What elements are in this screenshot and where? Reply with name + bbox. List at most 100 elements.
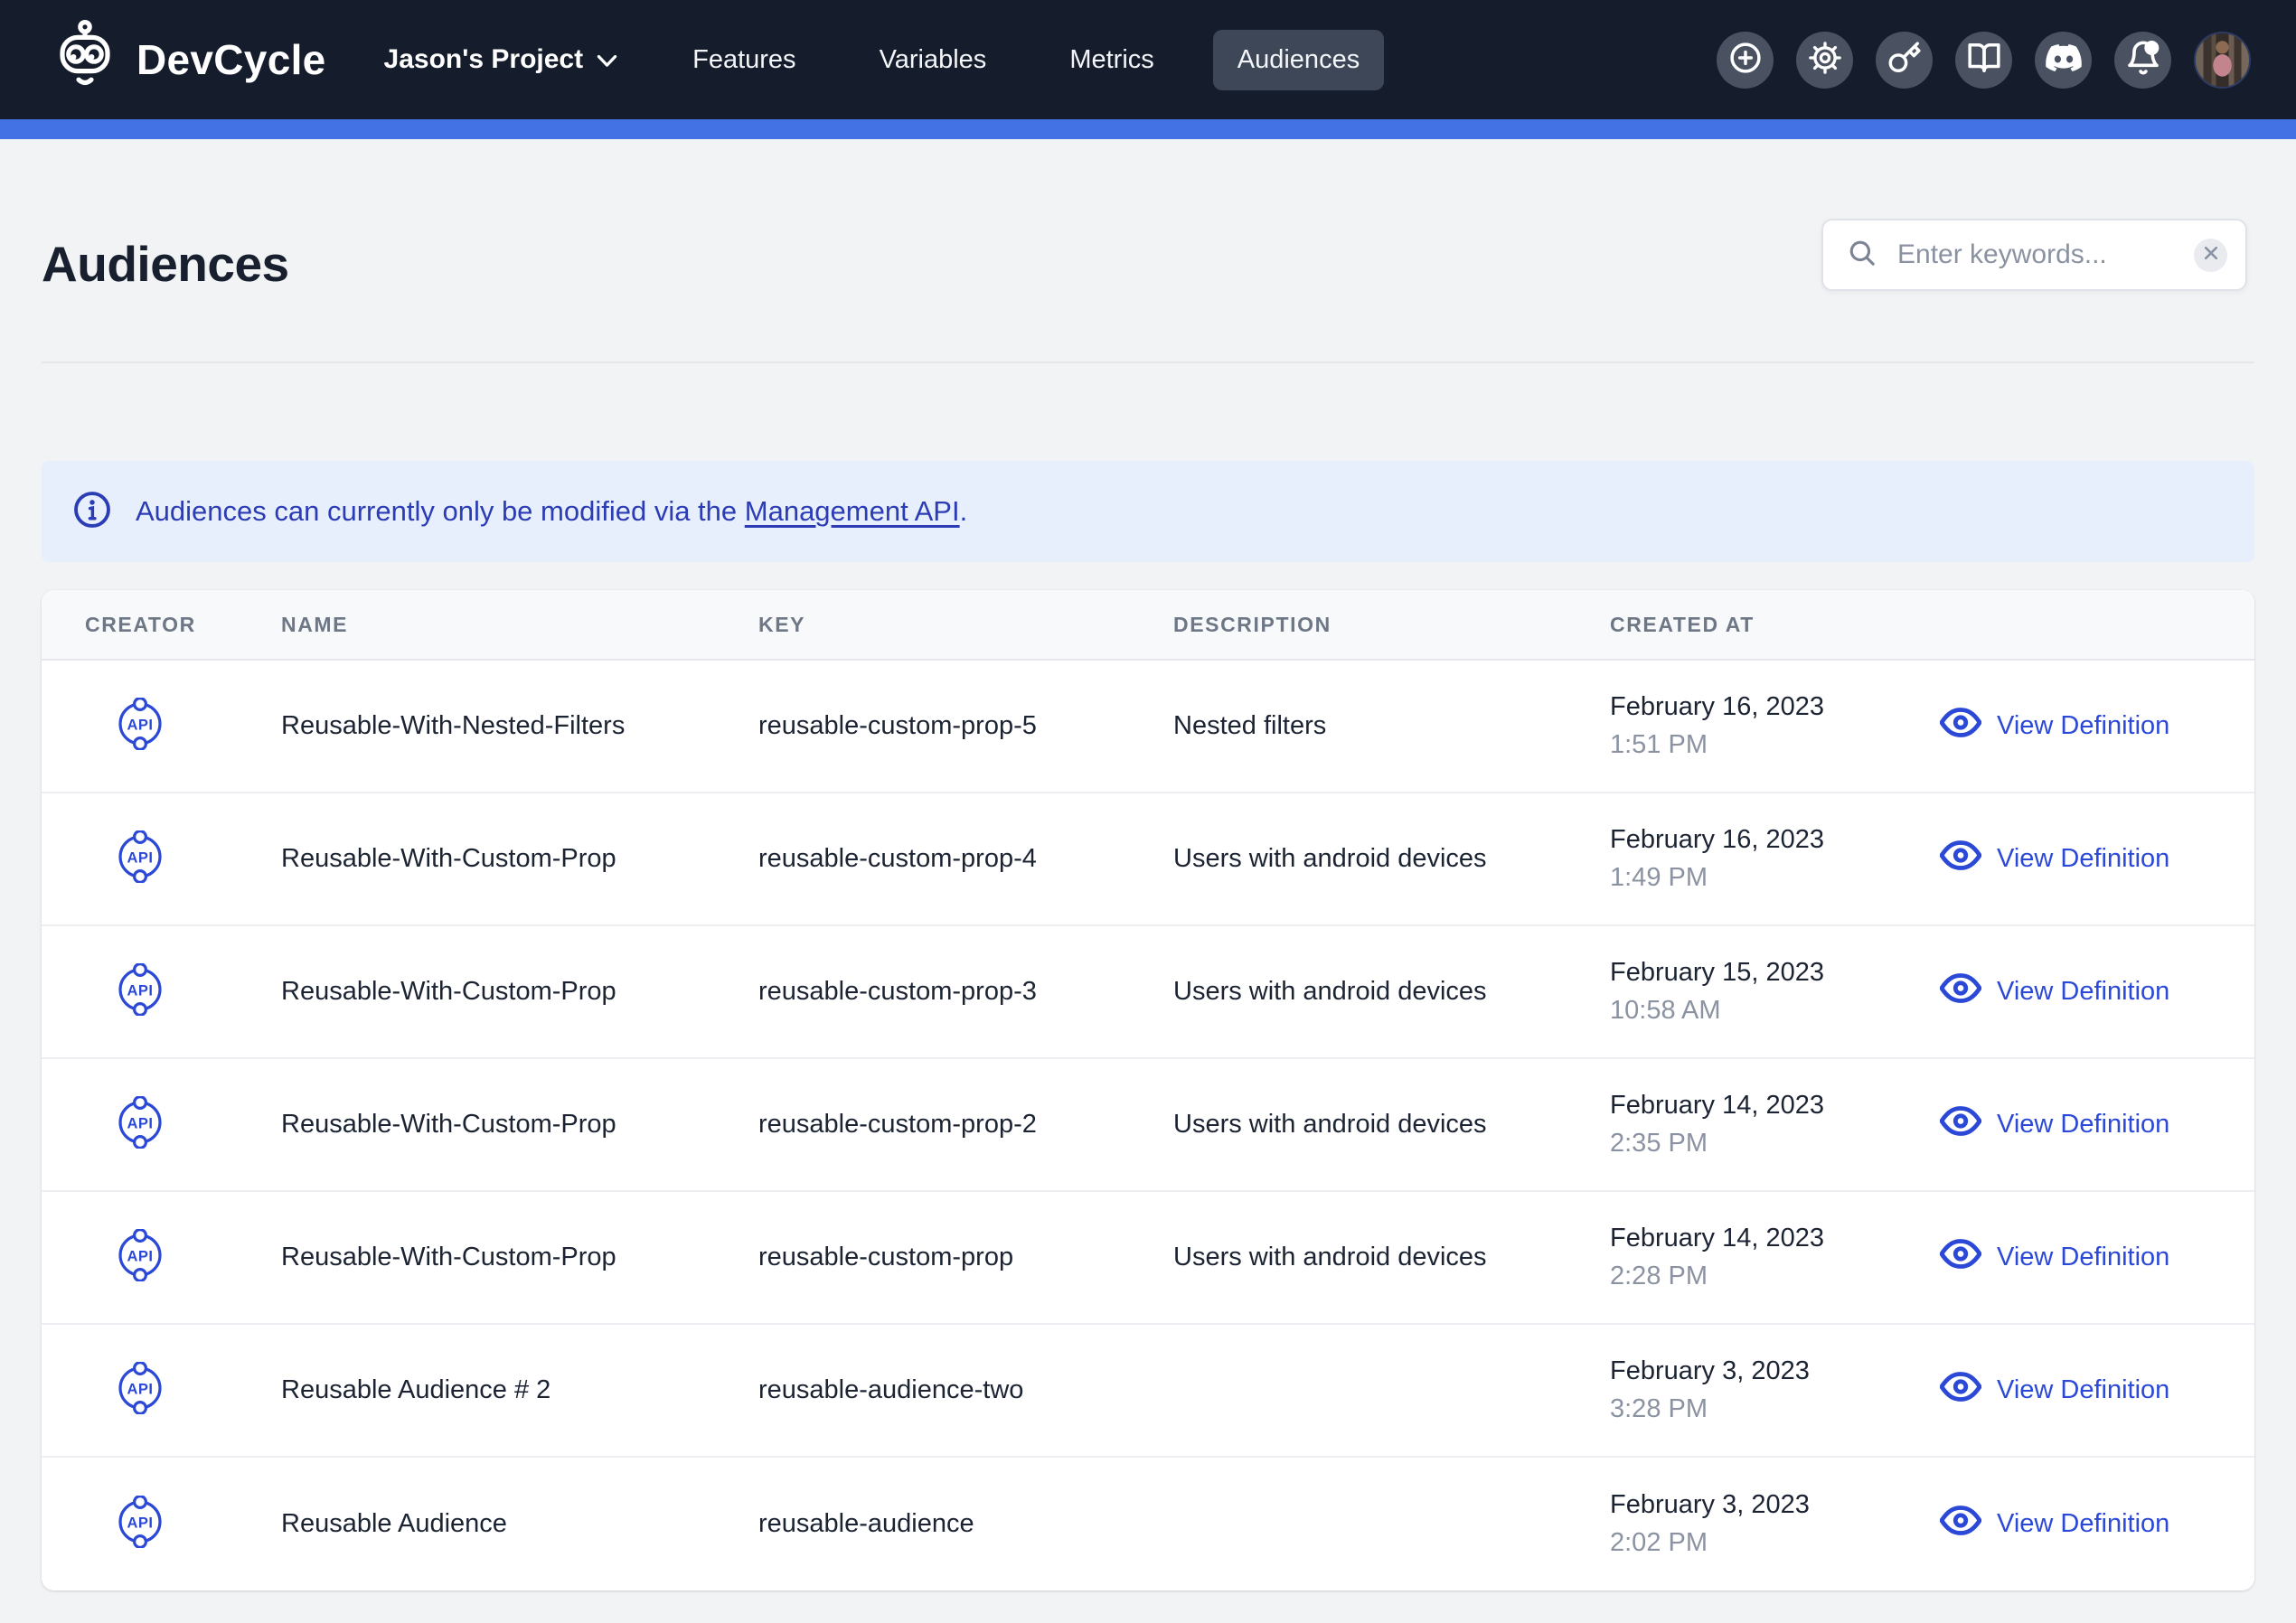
created-at-cell: February 14, 2023 2:28 PM [1610, 1224, 1940, 1291]
audience-key: reusable-custom-prop-2 [758, 1110, 1173, 1140]
docs-button[interactable] [1955, 32, 2012, 89]
table-row: API Reusable Audience reusable-audience … [42, 1458, 2254, 1590]
nav-link-metrics[interactable]: Metrics [1045, 30, 1178, 90]
search-clear-button[interactable] [2194, 239, 2227, 272]
created-date: February 3, 2023 [1610, 1490, 1940, 1520]
table-body: API Reusable-With-Nested-Filters reusabl… [42, 661, 2254, 1590]
audience-description: Users with android devices [1173, 977, 1610, 1007]
audiences-table: CREATOR NAME KEY DESCRIPTION CREATED AT … [42, 590, 2254, 1590]
view-definition-link[interactable]: View Definition [1940, 840, 2254, 877]
created-date: February 14, 2023 [1610, 1224, 1940, 1253]
top-navbar: DevCycle Jason's Project Features Variab… [0, 0, 2296, 119]
created-at-cell: February 16, 2023 1:51 PM [1610, 692, 1940, 760]
created-at-cell: February 14, 2023 2:35 PM [1610, 1091, 1940, 1159]
view-definition-label: View Definition [1997, 977, 2169, 1007]
view-definition-link[interactable]: View Definition [1940, 708, 2254, 745]
creator-cell: API [42, 1496, 281, 1553]
project-selector[interactable]: Jason's Project [384, 44, 618, 75]
audience-name: Reusable Audience # 2 [281, 1375, 758, 1405]
notification-dot [2144, 41, 2159, 55]
created-date: February 16, 2023 [1610, 825, 1940, 855]
audience-description: Nested filters [1173, 711, 1610, 741]
nav-link-features[interactable]: Features [668, 30, 820, 90]
creator-cell: API [42, 963, 281, 1020]
svg-text:API: API [127, 1515, 153, 1532]
audience-name: Reusable Audience [281, 1509, 758, 1539]
nav-link-audiences[interactable]: Audiences [1213, 30, 1384, 90]
devcycle-robot-logo-icon [49, 19, 121, 101]
audience-description: Users with android devices [1173, 1243, 1610, 1272]
created-time: 3:28 PM [1610, 1394, 1940, 1424]
view-definition-label: View Definition [1997, 1243, 2169, 1272]
project-selector-label: Jason's Project [384, 44, 584, 75]
api-creator-icon: API [114, 830, 166, 887]
column-header-key: KEY [758, 613, 1173, 637]
view-definition-link[interactable]: View Definition [1940, 1506, 2254, 1543]
audience-description: Users with android devices [1173, 1110, 1610, 1140]
view-definition-link[interactable]: View Definition [1940, 973, 2254, 1010]
audience-key: reusable-custom-prop-5 [758, 711, 1173, 741]
book-open-icon [1967, 41, 2001, 80]
main-nav: Features Variables Metrics Audiences [668, 30, 1418, 90]
eye-icon [1940, 1106, 1981, 1143]
table-row: API Reusable Audience # 2 reusable-audie… [42, 1325, 2254, 1458]
table-header-row: CREATOR NAME KEY DESCRIPTION CREATED AT [42, 590, 2254, 661]
banner-text: Audiences can currently only be modified… [136, 495, 967, 528]
app-screen: DevCycle Jason's Project Features Variab… [0, 0, 2296, 1623]
eye-icon [1940, 708, 1981, 745]
created-time: 1:49 PM [1610, 863, 1940, 893]
api-creator-icon: API [114, 1096, 166, 1153]
eye-icon [1940, 1372, 1981, 1409]
search-input[interactable] [1896, 239, 2194, 271]
accent-strip [0, 119, 2296, 139]
audience-name: Reusable-With-Nested-Filters [281, 711, 758, 741]
created-at-cell: February 15, 2023 10:58 AM [1610, 958, 1940, 1026]
user-avatar[interactable] [2194, 32, 2251, 89]
svg-text:API: API [127, 1249, 153, 1265]
management-api-link[interactable]: Management API [745, 495, 960, 527]
table-row: API Reusable-With-Nested-Filters reusabl… [42, 661, 2254, 793]
table-row: API Reusable-With-Custom-Prop reusable-c… [42, 1192, 2254, 1325]
view-definition-link[interactable]: View Definition [1940, 1372, 2254, 1409]
add-button[interactable] [1717, 32, 1774, 89]
page-title: Audiences [42, 235, 289, 293]
api-keys-button[interactable] [1876, 32, 1933, 89]
creator-cell: API [42, 1229, 281, 1286]
creator-cell: API [42, 1096, 281, 1153]
table-row: API Reusable-With-Custom-Prop reusable-c… [42, 926, 2254, 1059]
discord-icon [2046, 44, 2082, 76]
column-header-name: NAME [281, 613, 758, 637]
svg-text:API: API [127, 718, 153, 734]
view-definition-label: View Definition [1997, 844, 2169, 874]
created-at-cell: February 3, 2023 3:28 PM [1610, 1356, 1940, 1424]
svg-text:API: API [127, 1382, 153, 1398]
table-row: API Reusable-With-Custom-Prop reusable-c… [42, 1059, 2254, 1192]
page-header: Audiences [42, 139, 2254, 363]
discord-button[interactable] [2035, 32, 2092, 89]
settings-button[interactable] [1796, 32, 1853, 89]
creator-cell: API [42, 1362, 281, 1419]
api-creator-icon: API [114, 1496, 166, 1553]
brand[interactable]: DevCycle [49, 19, 326, 101]
svg-text:API: API [127, 983, 153, 999]
navbar-actions [1717, 32, 2251, 89]
gear-icon [1808, 41, 1842, 80]
notifications-button[interactable] [2114, 32, 2171, 89]
nav-link-variables[interactable]: Variables [855, 30, 1012, 90]
audience-key: reusable-audience [758, 1509, 1173, 1539]
audience-name: Reusable-With-Custom-Prop [281, 1243, 758, 1272]
eye-icon [1940, 973, 1981, 1010]
plus-circle-icon [1728, 41, 1763, 80]
view-definition-label: View Definition [1997, 711, 2169, 741]
view-definition-link[interactable]: View Definition [1940, 1106, 2254, 1143]
created-date: February 3, 2023 [1610, 1356, 1940, 1386]
eye-icon [1940, 1239, 1981, 1276]
column-header-description: DESCRIPTION [1173, 613, 1610, 637]
brand-name: DevCycle [136, 35, 326, 84]
eye-icon [1940, 1506, 1981, 1543]
view-definition-link[interactable]: View Definition [1940, 1239, 2254, 1276]
view-definition-label: View Definition [1997, 1509, 2169, 1539]
creator-cell: API [42, 698, 281, 755]
close-x-icon [2205, 247, 2217, 264]
table-row: API Reusable-With-Custom-Prop reusable-c… [42, 793, 2254, 926]
